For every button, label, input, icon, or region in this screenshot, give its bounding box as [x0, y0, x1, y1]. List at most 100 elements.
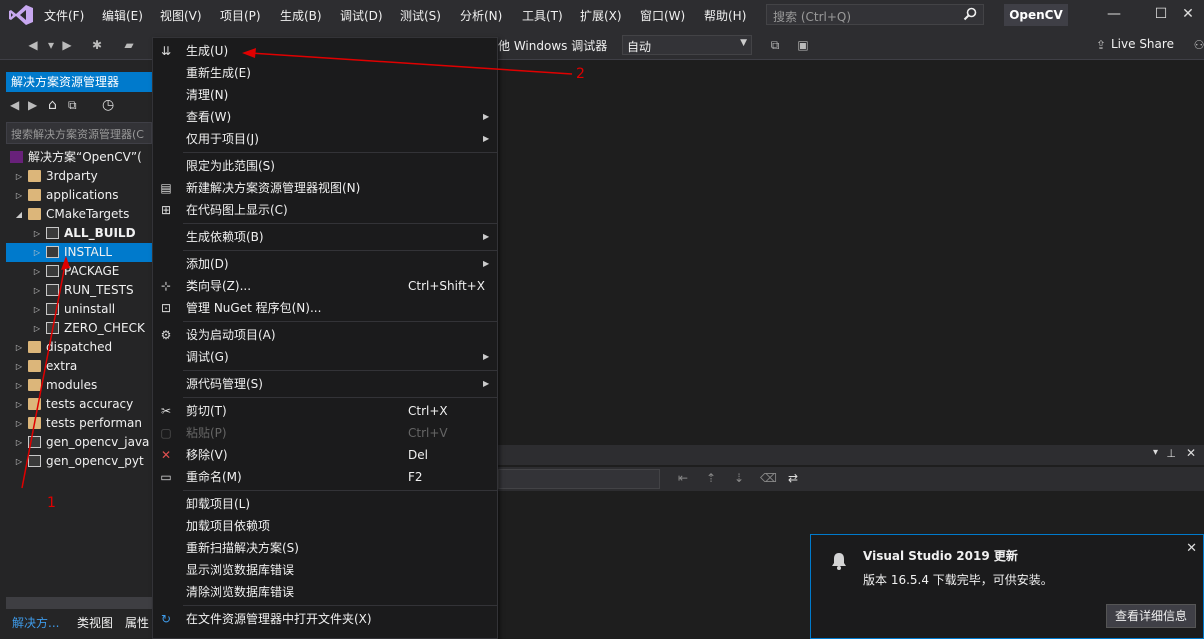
expand-arrow-icon[interactable]: ▷	[32, 300, 42, 319]
menu-debug[interactable]: 调试(D)	[340, 7, 383, 24]
tree-item[interactable]: ▷ applications	[6, 186, 152, 205]
tree-item[interactable]: ▷ uninstall	[6, 300, 152, 319]
tree-item[interactable]: 解决方案“OpenCV”(	[6, 148, 152, 167]
context-menu-item[interactable]: ⊹ 类向导(Z)... Ctrl+Shift+X	[153, 275, 497, 297]
window-position-icon[interactable]: ▾	[1153, 447, 1158, 458]
menu-project[interactable]: 项目(P)	[220, 7, 261, 24]
context-menu-item[interactable]: ⇊ 生成(U)	[153, 40, 497, 62]
output-align-left-icon[interactable]: ⇤	[678, 471, 688, 485]
close-icon[interactable]: ✕	[1180, 6, 1196, 22]
tree-item[interactable]: ▷ ALL_BUILD	[6, 224, 152, 243]
tree-item[interactable]: ▷ ZERO_CHECK	[6, 319, 152, 338]
solution-explorer-title[interactable]: 解决方案资源管理器	[6, 72, 152, 92]
expand-arrow-icon[interactable]: ▷	[32, 319, 42, 338]
output-align-up-icon[interactable]: ⇡	[706, 471, 716, 485]
expand-arrow-icon[interactable]: ▷	[14, 167, 24, 186]
menu-tools[interactable]: 工具(T)	[522, 7, 563, 24]
context-menu-item[interactable]: 调试(G) ▶	[153, 346, 497, 368]
context-menu-item[interactable]: 查看(W) ▶	[153, 106, 497, 128]
menu-test[interactable]: 测试(S)	[400, 7, 441, 24]
new-item-icon[interactable]: ✱	[90, 38, 104, 52]
tree-item[interactable]: ▷ tests performan	[6, 414, 152, 433]
context-menu-item[interactable]: ▤ 新建解决方案资源管理器视图(N)	[153, 177, 497, 199]
context-menu-item[interactable]: 重新扫描解决方案(S)	[153, 537, 497, 559]
close-output-icon[interactable]: ✕	[1186, 446, 1196, 460]
expand-arrow-icon[interactable]: ▷	[32, 262, 42, 281]
expand-arrow-icon[interactable]: ▷	[14, 376, 24, 395]
expand-arrow-icon[interactable]: ▷	[14, 452, 24, 471]
switch-views-icon[interactable]: ⧉	[68, 98, 77, 113]
tree-item[interactable]: ▷ gen_opencv_java	[6, 433, 152, 452]
context-menu-item[interactable]: 清除浏览数据库错误	[153, 581, 497, 603]
visual-studio-logo-icon[interactable]	[8, 4, 34, 26]
expand-arrow-icon[interactable]: ▷	[14, 395, 24, 414]
minimize-icon[interactable]: —	[1106, 6, 1122, 22]
menu-edit[interactable]: 编辑(E)	[102, 7, 143, 24]
tree-item[interactable]: ▷ extra	[6, 357, 152, 376]
pin-icon[interactable]: ⊥	[1166, 447, 1176, 460]
menu-analyze[interactable]: 分析(N)	[460, 7, 502, 24]
tab-solution-explorer[interactable]: 解决方...	[12, 614, 59, 631]
back-icon[interactable]: ◀	[26, 38, 40, 52]
live-share-button[interactable]: Live Share	[1111, 37, 1174, 51]
menu-window[interactable]: 窗口(W)	[640, 7, 685, 24]
maximize-icon[interactable]: ☐	[1153, 6, 1169, 22]
notification-close-icon[interactable]: ✕	[1186, 541, 1197, 556]
context-menu-item[interactable]: ↻ 在文件资源管理器中打开文件夹(X)	[153, 608, 497, 630]
output-clear-icon[interactable]: ⌫	[760, 471, 777, 485]
tree-item[interactable]: ▷ gen_opencv_pyt	[6, 452, 152, 471]
live-share-icon[interactable]: ⇪	[1094, 38, 1108, 52]
context-menu-item[interactable]: ⊞ 在代码图上显示(C)	[153, 199, 497, 221]
context-menu-item[interactable]: 生成依赖项(B) ▶	[153, 226, 497, 248]
tree-item[interactable]: ▷ INSTALL	[6, 243, 152, 262]
search-icon[interactable]	[963, 7, 977, 21]
open-folder-toolbar-icon[interactable]: ▰	[122, 38, 136, 52]
forward-icon[interactable]: ▶	[60, 38, 74, 52]
expand-arrow-icon[interactable]: ▷	[14, 338, 24, 357]
expand-arrow-icon[interactable]: ▷	[14, 433, 24, 452]
output-source-select[interactable]	[498, 469, 660, 489]
expand-arrow-icon[interactable]: ▷	[14, 414, 24, 433]
forward-nav-icon[interactable]: ▶	[28, 98, 37, 112]
context-menu-item[interactable]: 加载项目依赖项	[153, 515, 497, 537]
context-menu-item[interactable]: 卸载项目(L)	[153, 493, 497, 515]
expand-arrow-icon[interactable]: ▷	[32, 243, 42, 262]
configuration-select[interactable]: 自动 ▼	[622, 35, 752, 55]
expand-arrow-icon[interactable]: ▷	[14, 357, 24, 376]
tab-class-view[interactable]: 类视图	[77, 614, 113, 631]
expand-arrow-icon[interactable]: ▷	[14, 186, 24, 205]
context-menu-item[interactable]: 仅用于项目(J) ▶	[153, 128, 497, 150]
context-menu-item[interactable]: ✕ 移除(V) Del	[153, 444, 497, 466]
context-menu-item[interactable]: 重新生成(E)	[153, 62, 497, 84]
collapse-arrow-icon[interactable]: ◢	[14, 205, 24, 224]
context-menu-item[interactable]: ⚙ 设为启动项目(A)	[153, 324, 497, 346]
context-menu-item[interactable]: ▭ 重命名(M) F2	[153, 466, 497, 488]
search-input[interactable]: 搜索 (Ctrl+Q)	[766, 4, 984, 25]
tree-item[interactable]: ◢ CMakeTargets	[6, 205, 152, 224]
menu-extensions[interactable]: 扩展(X)	[580, 7, 622, 24]
context-menu-item[interactable]: ⊡ 管理 NuGet 程序包(N)...	[153, 297, 497, 319]
tree-item[interactable]: ▷ 3rdparty	[6, 167, 152, 186]
menu-help[interactable]: 帮助(H)	[704, 7, 746, 24]
toolbar-window-icon[interactable]: ▣	[796, 38, 810, 52]
back-nav-icon[interactable]: ◀	[10, 98, 19, 112]
tree-item[interactable]: ▷ modules	[6, 376, 152, 395]
account-icon[interactable]: ⚇	[1192, 38, 1204, 52]
history-icon[interactable]: ◷	[102, 97, 114, 113]
context-menu-item[interactable]: 清理(N)	[153, 84, 497, 106]
menu-view[interactable]: 视图(V)	[160, 7, 202, 24]
home-icon[interactable]: ⌂	[48, 97, 57, 113]
tree-item[interactable]: ▷ PACKAGE	[6, 262, 152, 281]
output-wrap-icon[interactable]: ⇄	[788, 471, 798, 485]
solution-explorer-search[interactable]: 搜索解决方案资源管理器(C	[6, 122, 152, 144]
toolbar-tool-icon[interactable]: ⧉	[768, 38, 782, 52]
expand-arrow-icon[interactable]: ▷	[32, 224, 42, 243]
context-menu-item[interactable]: ✂ 剪切(T) Ctrl+X	[153, 400, 497, 422]
debugger-label[interactable]: 他 Windows 调试器	[498, 37, 607, 54]
context-menu-item[interactable]: 限定为此范围(S)	[153, 155, 497, 177]
expand-arrow-icon[interactable]: ▷	[32, 281, 42, 300]
context-menu-item[interactable]: 源代码管理(S) ▶	[153, 373, 497, 395]
context-menu-item[interactable]: 显示浏览数据库错误	[153, 559, 497, 581]
context-menu-item[interactable]: 添加(D) ▶	[153, 253, 497, 275]
menu-file[interactable]: 文件(F)	[44, 7, 84, 24]
